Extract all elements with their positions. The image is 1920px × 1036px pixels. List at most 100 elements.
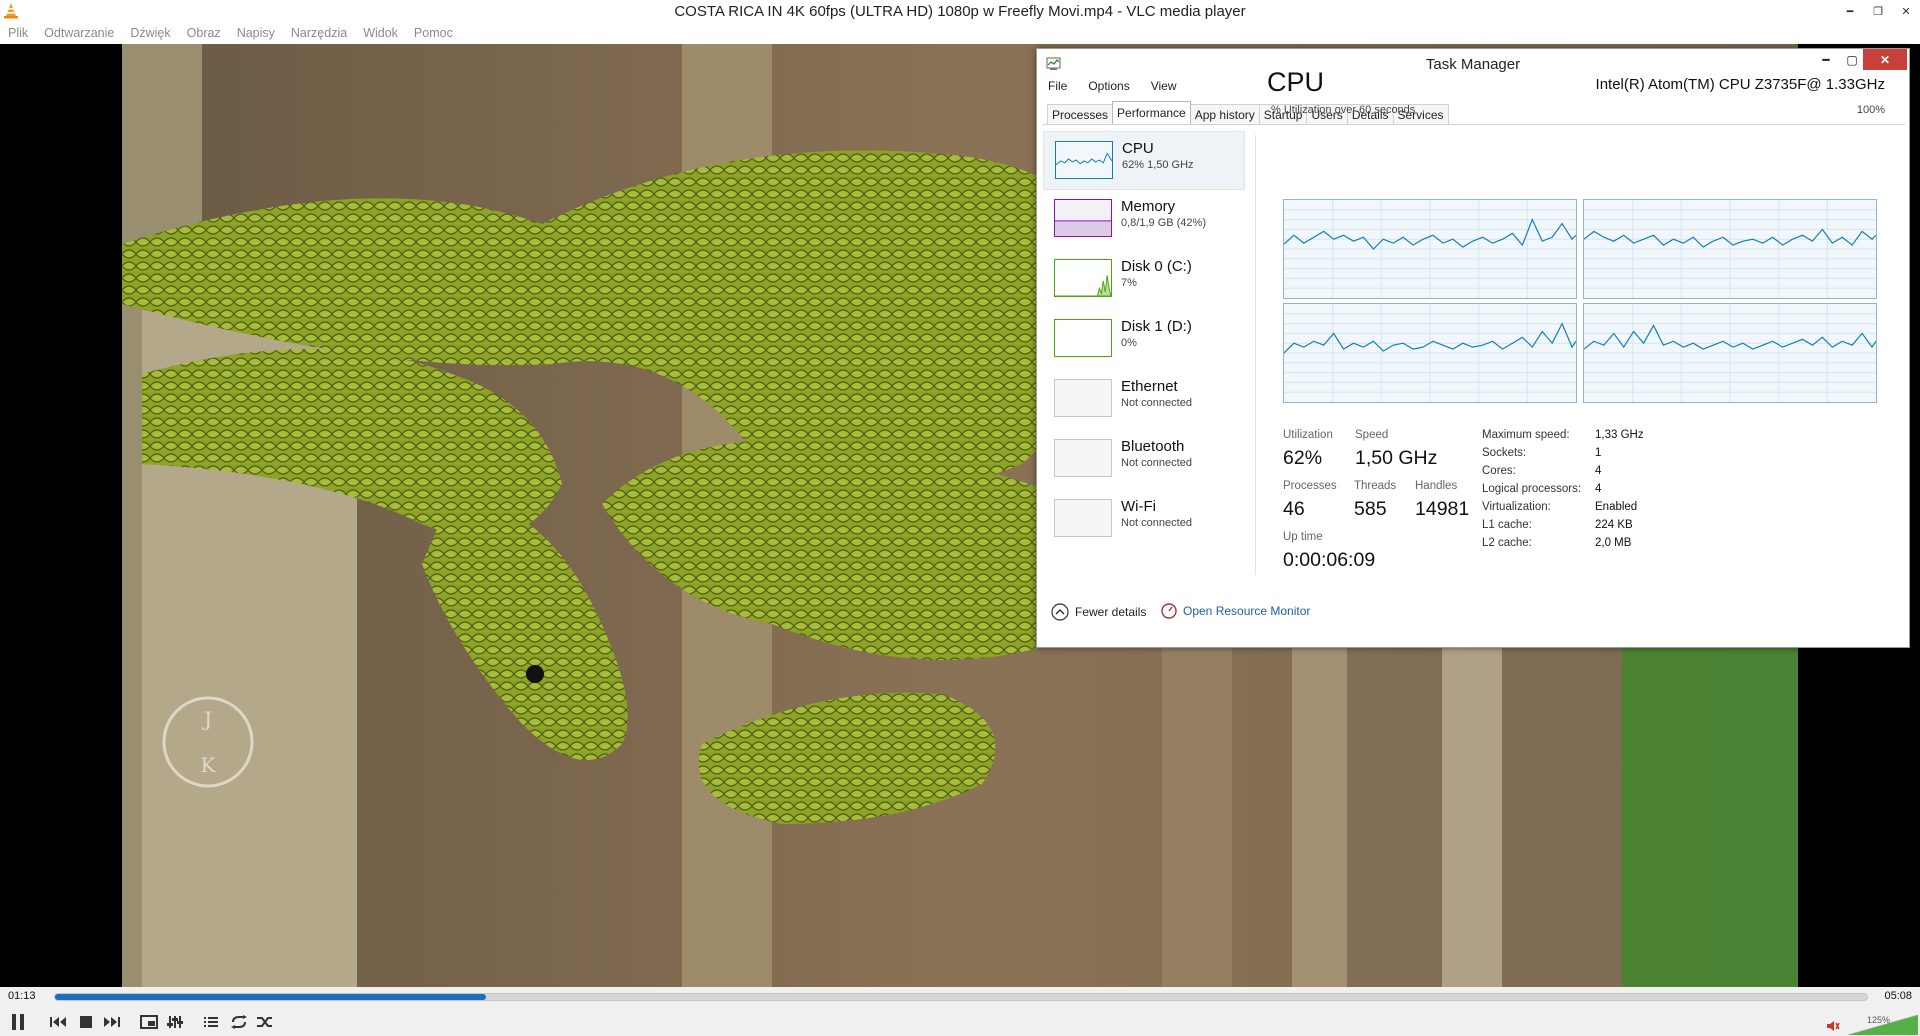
speed-label: Speed <box>1355 429 1389 441</box>
tm-minimize-button[interactable]: ━ <box>1813 49 1839 70</box>
previous-icon <box>50 1017 66 1027</box>
spec-key: Sockets: <box>1482 447 1527 459</box>
next-icon <box>104 1017 120 1027</box>
processes-value: 46 <box>1283 498 1305 520</box>
spec-value: 1 <box>1595 447 1602 459</box>
sidebar-item-bluetooth[interactable]: Bluetooth Not connected <box>1043 430 1245 490</box>
playlist-icon <box>204 1017 218 1027</box>
core-3-graph <box>1583 303 1877 403</box>
core-0-graph <box>1283 199 1577 299</box>
processes-label: Processes <box>1283 480 1337 492</box>
resource-monitor-icon <box>1161 603 1177 619</box>
spec-key: Logical processors: <box>1482 483 1582 495</box>
divider <box>1255 135 1256 575</box>
loop-button[interactable] <box>228 1011 250 1033</box>
shuffle-button[interactable] <box>254 1011 276 1033</box>
stop-button[interactable] <box>75 1011 97 1033</box>
wifi-thumbnail-graph <box>1054 499 1112 537</box>
sidebar-item-memory[interactable]: Memory 0,8/1,9 GB (42%) <box>1043 190 1245 250</box>
uptime-label: Up time <box>1283 531 1323 543</box>
seek-slider[interactable] <box>54 993 1868 1001</box>
sidebar-item-label: Disk 1 (D:) <box>1121 318 1192 335</box>
menu-widok[interactable]: Widok <box>355 26 406 40</box>
next-button[interactable] <box>100 1011 122 1033</box>
sidebar-item-value: 7% <box>1121 277 1137 289</box>
menu-dzwiek[interactable]: Dźwięk <box>122 26 178 40</box>
spec-key: Maximum speed: <box>1482 429 1570 441</box>
tm-title: Task Manager <box>1425 56 1521 73</box>
sidebar-item-wifi[interactable]: Wi-Fi Not connected <box>1043 490 1245 550</box>
extended-settings-button[interactable] <box>164 1011 186 1033</box>
sidebar-item-label: Disk 0 (C:) <box>1121 258 1192 275</box>
sidebar-item-ethernet[interactable]: Ethernet Not connected <box>1043 370 1245 430</box>
spec-value: 4 <box>1595 465 1602 477</box>
tab-processes[interactable]: Processes <box>1047 104 1114 124</box>
pause-icon <box>12 1014 24 1030</box>
minimize-button[interactable]: ━ <box>1836 0 1864 22</box>
restore-button[interactable]: ❐ <box>1864 0 1892 22</box>
pause-button[interactable] <box>6 1011 30 1033</box>
fullscreen-button[interactable] <box>138 1011 160 1033</box>
tab-performance[interactable]: Performance <box>1112 101 1191 124</box>
sidebar-item-cpu[interactable]: CPU 62% 1,50 GHz <box>1043 131 1245 190</box>
previous-button[interactable] <box>48 1011 70 1033</box>
seek-progress <box>55 994 487 1000</box>
resource-list: CPU 62% 1,50 GHz Memory 0,8/1,9 GB (42%)… <box>1043 131 1245 550</box>
fullscreen-icon <box>140 1015 158 1029</box>
close-button[interactable]: ✕ <box>1892 0 1920 22</box>
spec-value: 1,33 GHz <box>1595 429 1644 441</box>
vlc-title-bar: COSTA RICA IN 4K 60fps (ULTRA HD) 1080p … <box>0 0 1920 22</box>
open-resource-monitor-link[interactable]: Open Resource Monitor <box>1161 603 1310 619</box>
sidebar-item-disk0[interactable]: Disk 0 (C:) 7% <box>1043 250 1245 310</box>
tm-close-button[interactable]: ✕ <box>1863 49 1907 70</box>
menu-napisy[interactable]: Napisy <box>229 26 283 40</box>
tm-maximize-button[interactable]: ▢ <box>1839 49 1865 70</box>
playlist-button[interactable] <box>200 1011 222 1033</box>
chevron-up-icon <box>1051 603 1069 621</box>
task-manager-window[interactable]: Task Manager ━ ▢ ✕ File Options View Pro… <box>1036 48 1910 648</box>
spec-value: Enabled <box>1595 501 1638 513</box>
spec-key: L1 cache: <box>1482 519 1532 531</box>
tm-menu-file[interactable]: File <box>1048 79 1067 99</box>
volume-slider[interactable] <box>1848 1015 1918 1035</box>
vlc-controls: 125% <box>0 1007 1920 1036</box>
cpu-thumbnail-graph <box>1055 141 1113 179</box>
uptime-value: 0:00:06:09 <box>1283 549 1376 571</box>
tm-title-bar[interactable]: Task Manager ━ ▢ ✕ <box>1037 49 1909 79</box>
sidebar-item-label: CPU <box>1122 140 1154 157</box>
sidebar-item-value: Not connected <box>1121 457 1192 469</box>
fewer-details-button[interactable]: Fewer details <box>1051 603 1146 621</box>
menu-pomoc[interactable]: Pomoc <box>406 26 461 40</box>
tm-menu-options[interactable]: Options <box>1088 79 1129 99</box>
handles-value: 14981 <box>1415 498 1470 520</box>
tab-app-history[interactable]: App history <box>1189 104 1260 124</box>
sidebar-item-value: Not connected <box>1121 397 1192 409</box>
sidebar-item-disk1[interactable]: Disk 1 (D:) 0% <box>1043 310 1245 370</box>
menu-obraz[interactable]: Obraz <box>179 26 229 40</box>
threads-value: 585 <box>1354 498 1387 520</box>
utilization-label: Utilization <box>1283 429 1333 441</box>
window-title: COSTA RICA IN 4K 60fps (ULTRA HD) 1080p … <box>674 2 1246 20</box>
stop-icon <box>80 1016 92 1028</box>
seek-bar-row: 01:13 05:08 <box>0 987 1920 1007</box>
utilization-value: 62% <box>1283 447 1323 469</box>
ethernet-thumbnail-graph <box>1054 379 1112 417</box>
menu-narzedzia[interactable]: Narzędzia <box>283 26 355 40</box>
tm-footer: Fewer details Open Resource Monitor <box>1037 603 1909 643</box>
speaker-icon[interactable] <box>1826 1020 1840 1032</box>
menu-plik[interactable]: Plik <box>0 26 36 40</box>
vlc-cone-icon <box>4 3 18 19</box>
speed-value: 1,50 GHz <box>1355 447 1438 469</box>
time-elapsed: 01:13 <box>8 990 36 1002</box>
disk0-thumbnail-graph <box>1054 259 1112 297</box>
shuffle-icon <box>257 1017 272 1027</box>
menu-odtwarzanie[interactable]: Odtwarzanie <box>36 26 122 40</box>
spec-value: 2,0 MB <box>1595 537 1632 549</box>
sidebar-item-label: Wi-Fi <box>1121 498 1156 515</box>
sidebar-item-value: 0,8/1,9 GB (42%) <box>1121 217 1206 229</box>
utilization-graph-max: 100% <box>1856 104 1885 116</box>
tm-menu-bar: File Options View <box>1045 79 1195 99</box>
cpu-model: Intel(R) Atom(TM) CPU Z3735F@ 1.33GHz <box>1595 76 1885 93</box>
vlc-menu-bar: Plik Odtwarzanie Dźwięk Obraz Napisy Nar… <box>0 22 1920 44</box>
tm-menu-view[interactable]: View <box>1151 79 1177 99</box>
